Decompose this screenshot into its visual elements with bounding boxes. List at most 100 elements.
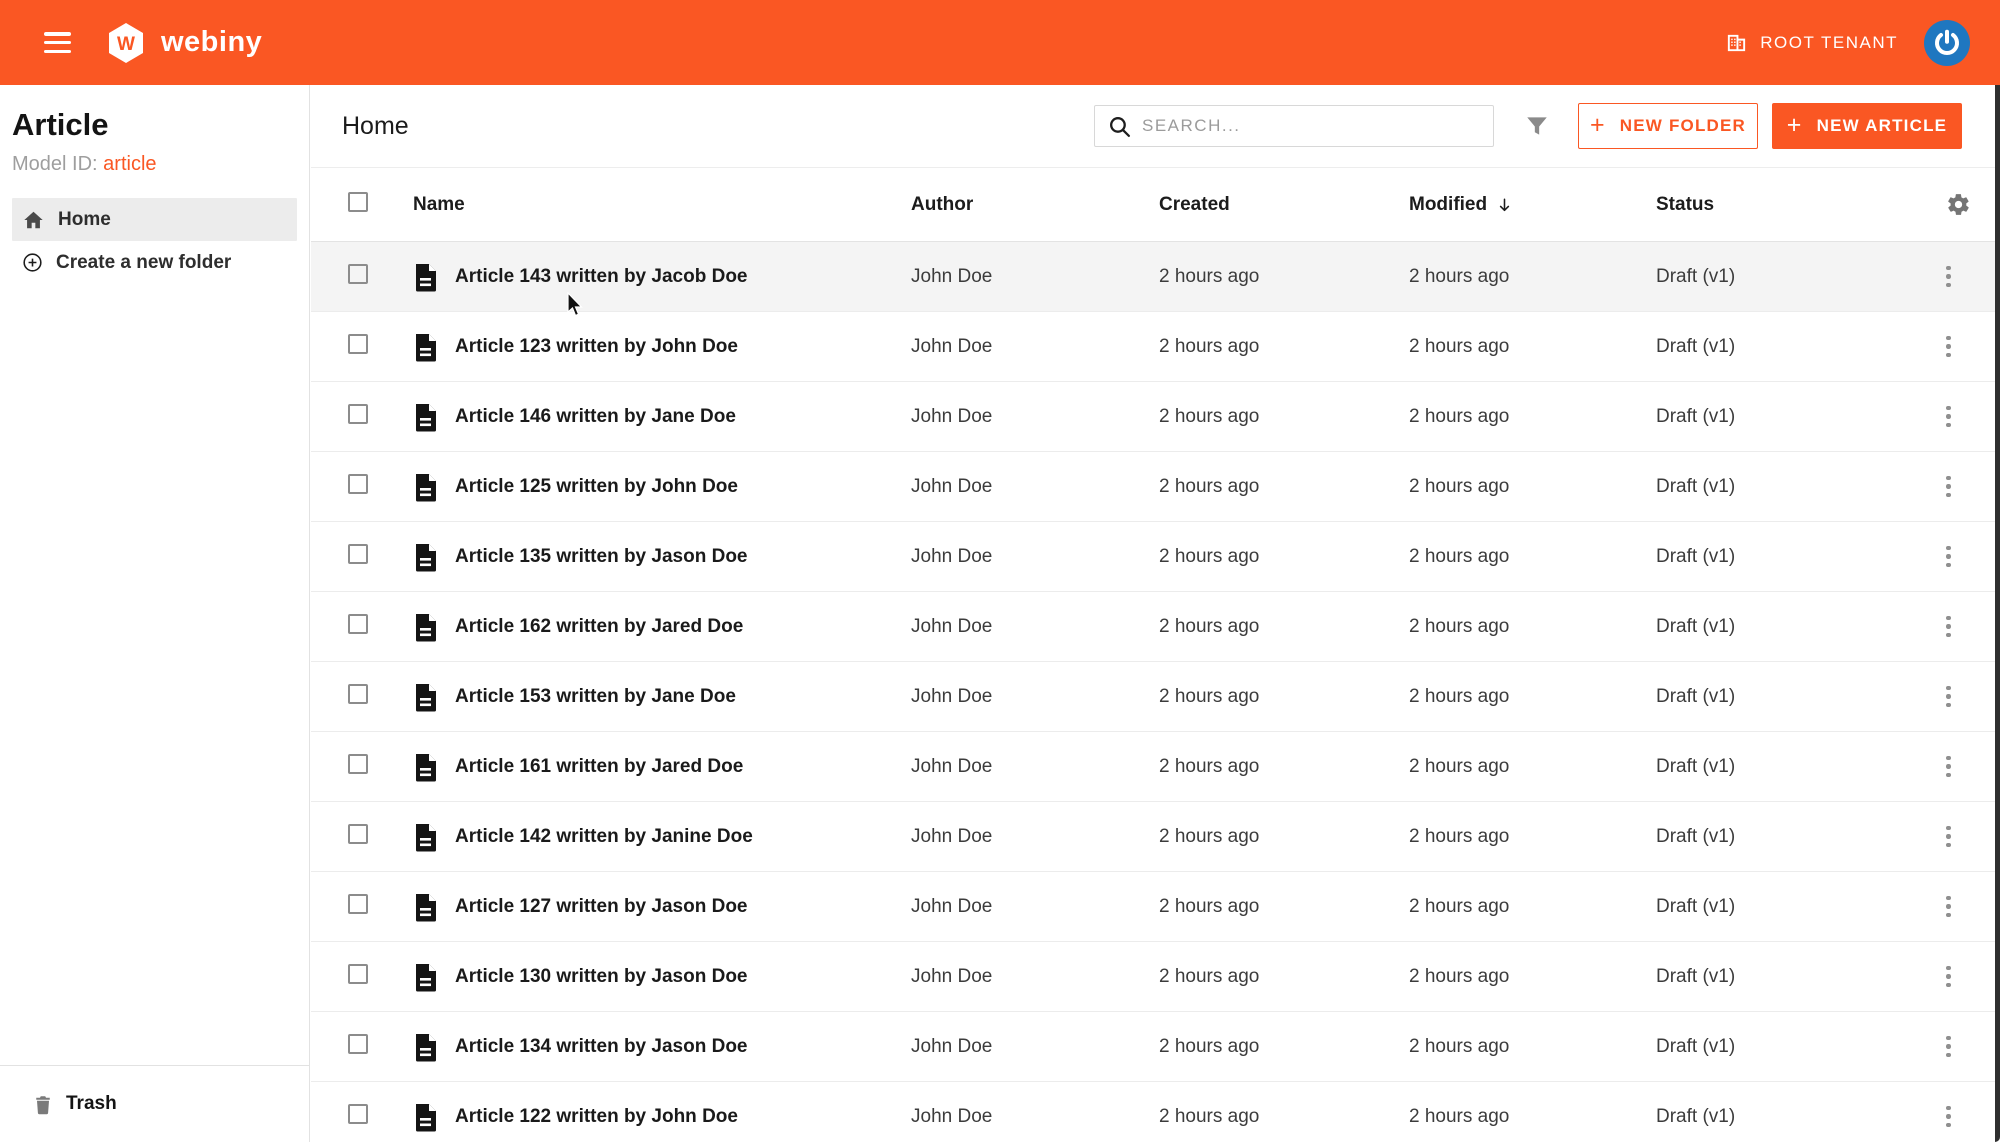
table-row[interactable]: Article 161 written by Jared Doe John Do… xyxy=(311,732,2000,802)
content-area: Home + NEW FOLDER xyxy=(311,85,2000,1142)
entry-title[interactable]: Article 143 written by Jacob Doe xyxy=(455,266,748,288)
row-checkbox[interactable] xyxy=(348,333,368,354)
entry-author: John Doe xyxy=(911,545,993,567)
row-checkbox[interactable] xyxy=(348,683,368,704)
vertical-scrollbar[interactable] xyxy=(1995,85,2000,1142)
entry-title[interactable]: Article 135 written by Jason Doe xyxy=(455,546,748,568)
row-actions-menu[interactable] xyxy=(1942,822,1955,852)
row-actions-menu[interactable] xyxy=(1942,962,1955,992)
new-article-button[interactable]: + NEW ARTICLE xyxy=(1772,103,1962,149)
table-row[interactable]: Article 134 written by Jason Doe John Do… xyxy=(311,1012,2000,1082)
entry-title[interactable]: Article 153 written by Jane Doe xyxy=(455,686,736,708)
row-actions-menu[interactable] xyxy=(1942,402,1955,432)
filter-button[interactable] xyxy=(1524,113,1550,139)
entry-status: Draft (v1) xyxy=(1656,825,1736,847)
row-actions-menu[interactable] xyxy=(1942,682,1955,712)
table-row[interactable]: Article 130 written by Jason Doe John Do… xyxy=(311,942,2000,1012)
entry-modified: 2 hours ago xyxy=(1409,405,1510,427)
entry-modified: 2 hours ago xyxy=(1409,895,1510,917)
table-settings-button[interactable] xyxy=(1942,188,1975,221)
row-checkbox[interactable] xyxy=(348,753,368,774)
tenant-selector[interactable]: ROOT TENANT xyxy=(1725,31,1898,54)
entry-created: 2 hours ago xyxy=(1159,615,1260,637)
row-checkbox[interactable] xyxy=(348,613,368,634)
table-header-row: Name Author Created Modified Status xyxy=(311,168,2000,242)
row-actions-menu[interactable] xyxy=(1942,752,1955,782)
model-id-value[interactable]: article xyxy=(103,153,156,175)
row-actions-menu[interactable] xyxy=(1942,892,1955,922)
document-icon xyxy=(413,332,438,362)
row-checkbox[interactable] xyxy=(348,1103,368,1124)
row-actions-menu[interactable] xyxy=(1942,542,1955,572)
entry-title[interactable]: Article 122 written by John Doe xyxy=(455,1106,738,1128)
row-checkbox[interactable] xyxy=(348,893,368,914)
column-header-name[interactable]: Name xyxy=(413,194,911,216)
column-header-created[interactable]: Created xyxy=(1159,194,1409,216)
entry-title[interactable]: Article 123 written by John Doe xyxy=(455,336,738,358)
entry-author: John Doe xyxy=(911,1035,993,1057)
entry-created: 2 hours ago xyxy=(1159,685,1260,707)
kebab-icon xyxy=(1946,1035,1951,1058)
row-checkbox[interactable] xyxy=(348,473,368,494)
entry-author: John Doe xyxy=(911,965,993,987)
select-all-checkbox[interactable] xyxy=(348,191,368,212)
row-checkbox[interactable] xyxy=(348,1033,368,1054)
plus-icon: + xyxy=(1786,110,1803,139)
entry-status: Draft (v1) xyxy=(1656,265,1736,287)
entry-title[interactable]: Article 134 written by Jason Doe xyxy=(455,1036,748,1058)
row-checkbox[interactable] xyxy=(348,823,368,844)
table-row[interactable]: Article 135 written by Jason Doe John Do… xyxy=(311,522,2000,592)
table-row[interactable]: Article 142 written by Janine Doe John D… xyxy=(311,802,2000,872)
menu-icon[interactable] xyxy=(44,32,71,53)
table-row[interactable]: Article 146 written by Jane Doe John Doe… xyxy=(311,382,2000,452)
entry-title[interactable]: Article 162 written by Jared Doe xyxy=(455,616,743,638)
entry-title[interactable]: Article 146 written by Jane Doe xyxy=(455,406,736,428)
breadcrumb[interactable]: Home xyxy=(342,112,409,141)
row-checkbox[interactable] xyxy=(348,543,368,564)
row-actions-menu[interactable] xyxy=(1942,1102,1955,1132)
row-actions-menu[interactable] xyxy=(1942,612,1955,642)
entry-title[interactable]: Article 142 written by Janine Doe xyxy=(455,826,753,848)
sidebar-item-trash[interactable]: Trash xyxy=(0,1065,309,1142)
entry-title[interactable]: Article 161 written by Jared Doe xyxy=(455,756,743,778)
entry-status: Draft (v1) xyxy=(1656,615,1736,637)
row-actions-menu[interactable] xyxy=(1942,1032,1955,1062)
kebab-icon xyxy=(1946,545,1951,568)
sidebar-item-home[interactable]: Home xyxy=(12,198,297,241)
table-row[interactable]: Article 143 written by Jacob Doe John Do… xyxy=(311,242,2000,312)
table-row[interactable]: Article 122 written by John Doe John Doe… xyxy=(311,1082,2000,1142)
entry-status: Draft (v1) xyxy=(1656,405,1736,427)
row-checkbox[interactable] xyxy=(348,963,368,984)
tenant-label: ROOT TENANT xyxy=(1760,32,1898,52)
entry-created: 2 hours ago xyxy=(1159,265,1260,287)
table-row[interactable]: Article 125 written by John Doe John Doe… xyxy=(311,452,2000,522)
sidebar-item-create-folder[interactable]: Create a new folder xyxy=(12,241,297,284)
row-checkbox[interactable] xyxy=(348,263,368,284)
table-row[interactable]: Article 127 written by Jason Doe John Do… xyxy=(311,872,2000,942)
entry-created: 2 hours ago xyxy=(1159,755,1260,777)
table-row[interactable]: Article 123 written by John Doe John Doe… xyxy=(311,312,2000,382)
entry-modified: 2 hours ago xyxy=(1409,825,1510,847)
table-row[interactable]: Article 162 written by Jared Doe John Do… xyxy=(311,592,2000,662)
entry-title[interactable]: Article 130 written by Jason Doe xyxy=(455,966,748,988)
row-actions-menu[interactable] xyxy=(1942,262,1955,292)
row-actions-menu[interactable] xyxy=(1942,332,1955,362)
building-icon xyxy=(1725,31,1748,54)
column-header-status[interactable]: Status xyxy=(1656,194,1936,216)
new-folder-button[interactable]: + NEW FOLDER xyxy=(1578,103,1758,149)
funnel-icon xyxy=(1527,117,1547,135)
search-icon xyxy=(1107,114,1132,139)
table-row[interactable]: Article 153 written by Jane Doe John Doe… xyxy=(311,662,2000,732)
entry-title[interactable]: Article 127 written by Jason Doe xyxy=(455,896,748,918)
webiny-logo-icon[interactable]: W xyxy=(107,22,145,64)
user-avatar[interactable] xyxy=(1924,19,1970,66)
column-header-modified[interactable]: Modified xyxy=(1409,194,1656,216)
row-checkbox[interactable] xyxy=(348,403,368,424)
folder-tree: Home Create a new folder xyxy=(0,182,309,1065)
column-header-author[interactable]: Author xyxy=(911,194,1159,216)
row-actions-menu[interactable] xyxy=(1942,472,1955,502)
entry-title[interactable]: Article 125 written by John Doe xyxy=(455,476,738,498)
search-input[interactable] xyxy=(1142,116,1483,136)
sidebar-header: Article Model ID: article xyxy=(0,85,309,182)
entries-table: Name Author Created Modified Status Arti… xyxy=(311,168,2000,1142)
